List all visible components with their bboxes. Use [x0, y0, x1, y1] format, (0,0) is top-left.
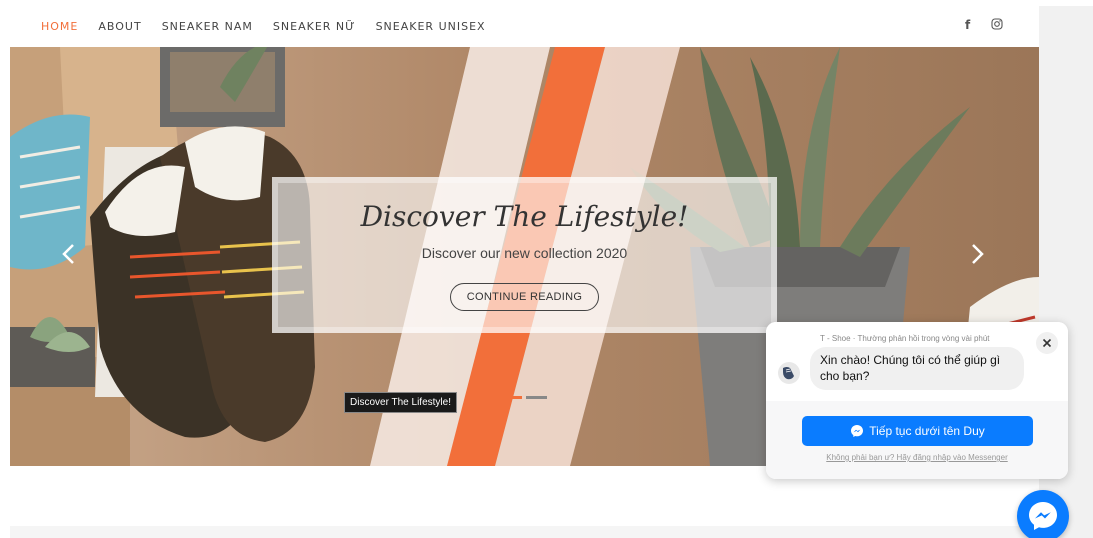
continue-reading-button[interactable]: CONTINUE READING [449, 283, 600, 311]
messenger-chat-widget: T - Shoe · Thường phản hồi trong vòng và… [766, 322, 1068, 479]
nav-item-about[interactable]: ABOUT [98, 20, 141, 33]
nav-menu: HOME ABOUT SNEAKER NAM SNEAKER NỮ SNEAKE… [41, 20, 506, 33]
messenger-icon [851, 425, 864, 437]
nav-item-sneaker-unisex[interactable]: SNEAKER UNISEX [376, 20, 486, 33]
continue-as-user-button[interactable]: Tiếp tục dưới tên Duy [802, 416, 1033, 446]
chat-greeting-message: Xin chào! Chúng tôi có thể giúp gì cho b… [810, 347, 1024, 390]
sneaker-logo-icon [783, 367, 794, 380]
close-icon [1042, 338, 1052, 348]
continue-as-user-label: Tiếp tục dưới tên Duy [869, 424, 985, 438]
hover-tooltip: Discover The Lifestyle! [344, 392, 457, 413]
slider-dot-1[interactable] [501, 396, 522, 399]
switch-account-link[interactable]: Không phải bạn ư? Hãy đăng nhập vào Mess… [766, 453, 1068, 462]
facebook-icon[interactable]: f [965, 18, 970, 32]
instagram-icon[interactable] [991, 18, 1003, 33]
hero-title: Discover The Lifestyle! [360, 200, 689, 233]
slider-dot-2[interactable] [526, 396, 547, 399]
page-avatar [778, 362, 800, 384]
chat-close-button[interactable] [1036, 332, 1058, 354]
hero-caption: Discover The Lifestyle! Discover our new… [272, 177, 777, 333]
messenger-launcher-button[interactable] [1017, 490, 1069, 538]
slider-next-arrow[interactable] [962, 239, 992, 269]
hero-subtitle: Discover our new collection 2020 [421, 245, 628, 261]
top-navigation: HOME ABOUT SNEAKER NAM SNEAKER NỮ SNEAKE… [0, 0, 1039, 47]
nav-item-sneaker-nam[interactable]: SNEAKER NAM [162, 20, 253, 33]
section-divider [10, 526, 1039, 538]
nav-item-sneaker-nu[interactable]: SNEAKER NỮ [273, 20, 356, 33]
slider-indicators [501, 396, 547, 399]
chevron-right-icon [972, 244, 984, 264]
chat-status: T - Shoe · Thường phản hồi trong vòng và… [820, 334, 990, 343]
nav-item-home[interactable]: HOME [41, 20, 78, 33]
chat-header: T - Shoe · Thường phản hồi trong vòng và… [766, 322, 1068, 401]
chevron-left-icon [62, 244, 74, 264]
chat-footer: Tiếp tục dưới tên Duy Không phải bạn ư? … [766, 401, 1068, 479]
messenger-icon [1029, 502, 1057, 530]
slider-prev-arrow[interactable] [54, 239, 84, 269]
